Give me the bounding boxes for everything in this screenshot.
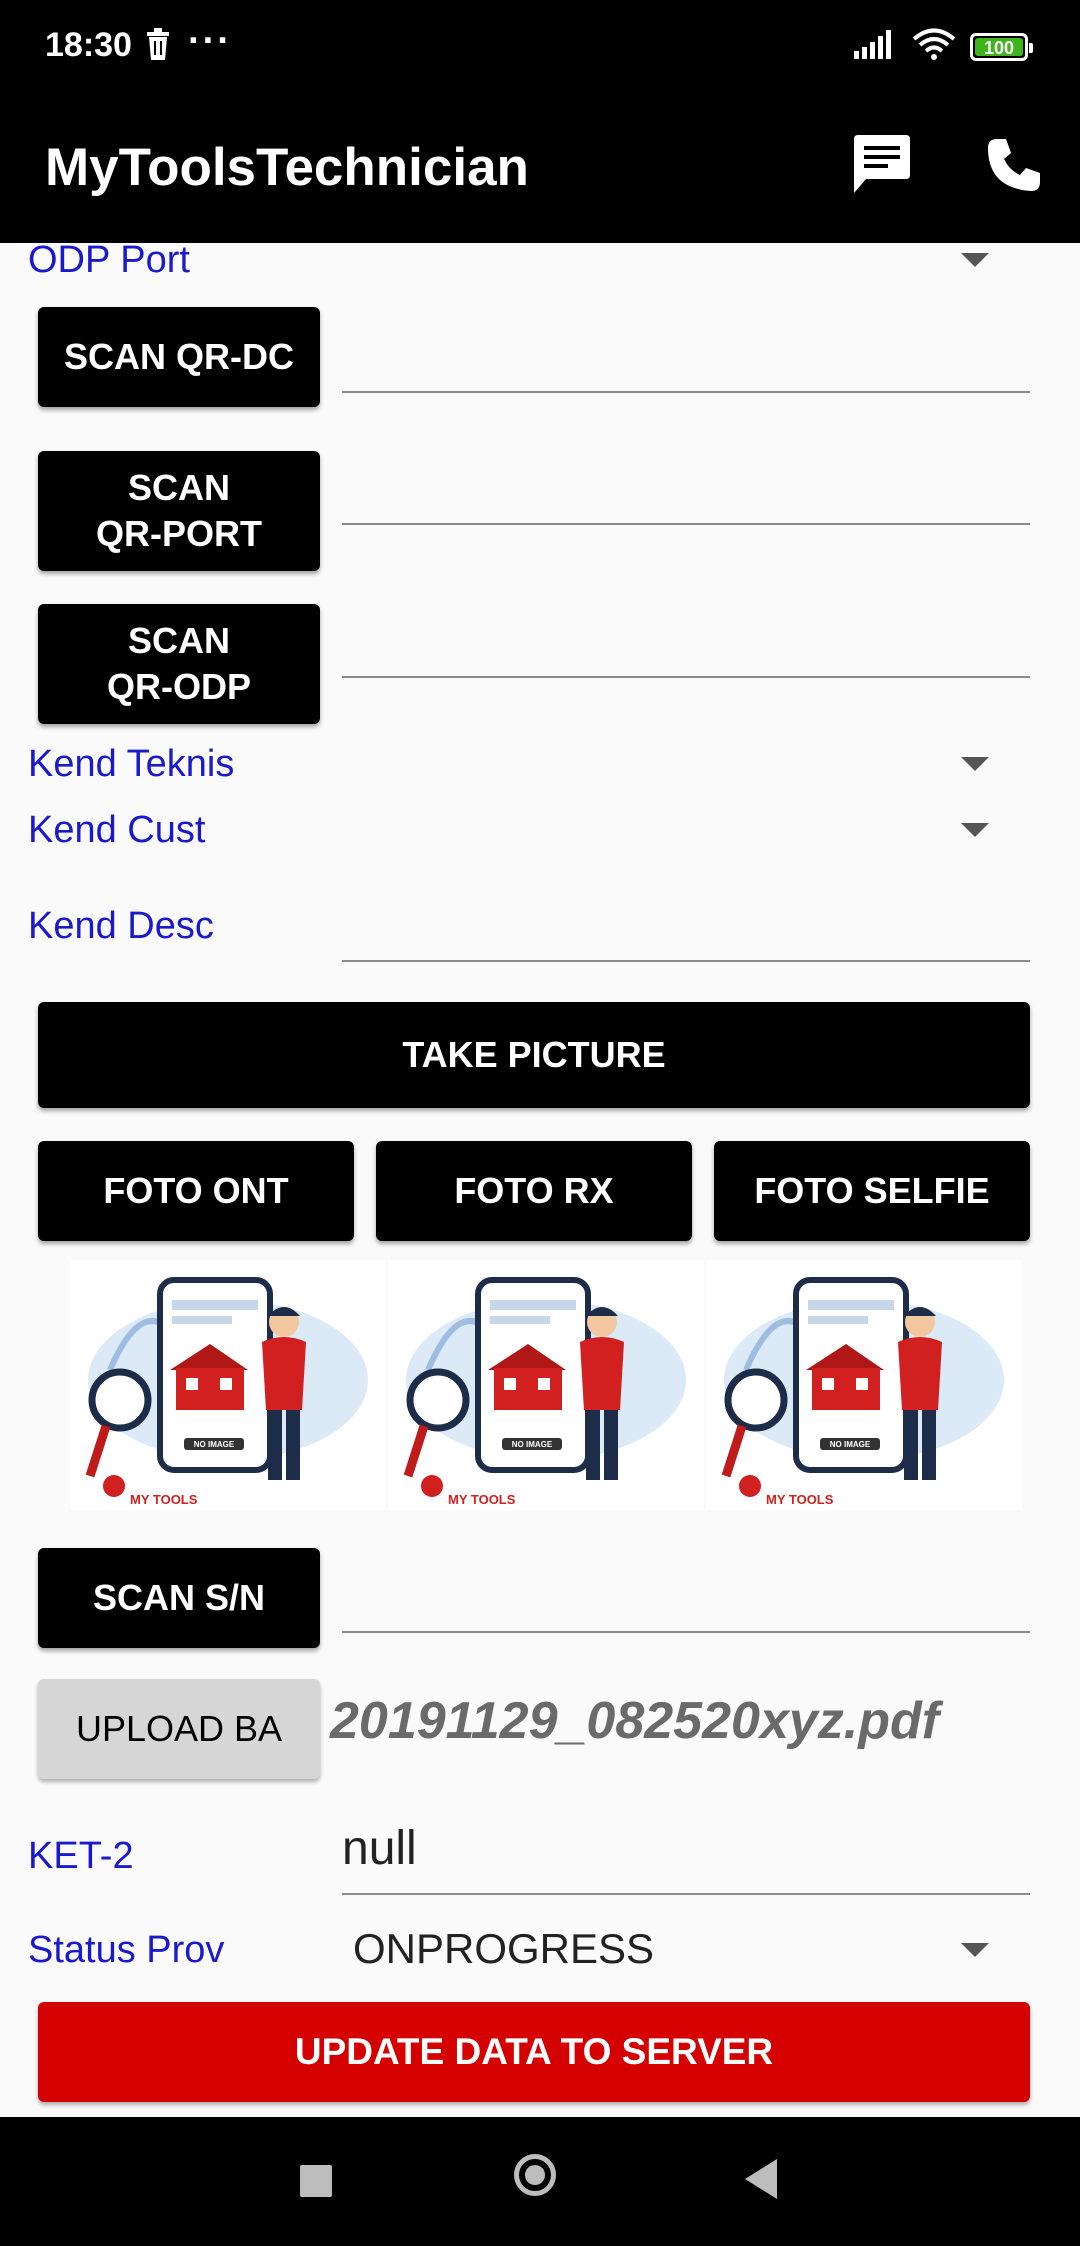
more-notifications-icon: ··· — [188, 20, 232, 62]
signal-icon — [854, 29, 898, 64]
odp-port-dropdown-arrow-icon[interactable] — [961, 253, 989, 267]
app-title: MyToolsTechnician — [45, 138, 529, 197]
take-picture-button[interactable]: TAKE PICTURE — [38, 1002, 1030, 1108]
kend-teknis-dropdown-arrow-icon[interactable] — [961, 757, 989, 771]
kend-desc-label: Kend Desc — [28, 905, 214, 947]
foto-selfie-image[interactable]: NO IMAGE MY TOOLS — [706, 1260, 1022, 1510]
update-data-button[interactable]: UPDATE DATA TO SERVER — [38, 2002, 1030, 2102]
scan-qr-port-button[interactable]: SCAN QR-PORT — [38, 451, 320, 571]
kend-cust-dropdown-arrow-icon[interactable] — [961, 823, 989, 837]
qr-dc-field[interactable] — [342, 391, 1030, 393]
wifi-icon — [912, 28, 956, 65]
trash-icon — [145, 28, 171, 65]
foto-rx-image[interactable]: NO IMAGE MY TOOLS — [388, 1260, 704, 1510]
uploaded-file-name: 20191129_082520xyz.pdf — [330, 1692, 940, 1750]
status-prov-dropdown-arrow-icon[interactable] — [961, 1943, 989, 1957]
scan-qr-dc-button[interactable]: SCAN QR-DC — [38, 307, 320, 407]
home-icon[interactable] — [514, 2154, 556, 2196]
ket2-input[interactable]: null — [342, 1821, 417, 1876]
back-icon[interactable] — [745, 2159, 777, 2199]
kend-desc-field[interactable] — [342, 960, 1030, 962]
foto-selfie-button[interactable]: FOTO SELFIE — [714, 1141, 1030, 1241]
qr-odp-field[interactable] — [342, 676, 1030, 678]
status-prov-label: Status Prov — [28, 1929, 225, 1971]
kend-teknis-label: Kend Teknis — [28, 743, 235, 785]
app-bar: MyToolsTechnician — [0, 95, 1080, 243]
recent-apps-icon[interactable] — [300, 2165, 332, 2197]
my-tools-logo-text: MY TOOLS — [448, 1492, 516, 1507]
scan-qr-odp-button[interactable]: SCAN QR-ODP — [38, 604, 320, 724]
sn-field[interactable] — [342, 1631, 1030, 1633]
message-icon[interactable] — [852, 135, 912, 198]
no-image-text: NO IMAGE — [512, 1440, 553, 1449]
battery-icon: 100 — [970, 32, 1033, 61]
odp-port-label: ODP Port — [28, 239, 190, 281]
qr-port-field[interactable] — [342, 523, 1030, 525]
kend-cust-label: Kend Cust — [28, 809, 206, 851]
form-content: ODP Port SCAN QR-DC SCAN QR-PORT SCAN QR… — [0, 239, 1080, 2117]
no-image-text: NO IMAGE — [194, 1440, 235, 1449]
foto-rx-button[interactable]: FOTO RX — [376, 1141, 692, 1241]
status-prov-select[interactable]: ONPROGRESS — [353, 1925, 654, 1973]
phone-icon[interactable] — [986, 137, 1042, 198]
battery-level: 100 — [975, 37, 1023, 58]
my-tools-logo-text: MY TOOLS — [766, 1492, 834, 1507]
upload-ba-button[interactable]: UPLOAD BA — [38, 1679, 320, 1779]
scan-sn-button[interactable]: SCAN S/N — [38, 1548, 320, 1648]
ket2-label: KET-2 — [28, 1835, 134, 1877]
my-tools-logo-text: MY TOOLS — [130, 1492, 198, 1507]
status-time: 18:30 — [45, 26, 132, 64]
no-image-text: NO IMAGE — [830, 1440, 871, 1449]
foto-ont-button[interactable]: FOTO ONT — [38, 1141, 354, 1241]
navigation-bar — [0, 2117, 1080, 2246]
foto-ont-image[interactable]: NO IMAGE MY TOOLS — [70, 1260, 386, 1510]
status-bar: 18:30 ··· 100 — [0, 0, 1080, 95]
ket2-underline — [342, 1893, 1030, 1895]
